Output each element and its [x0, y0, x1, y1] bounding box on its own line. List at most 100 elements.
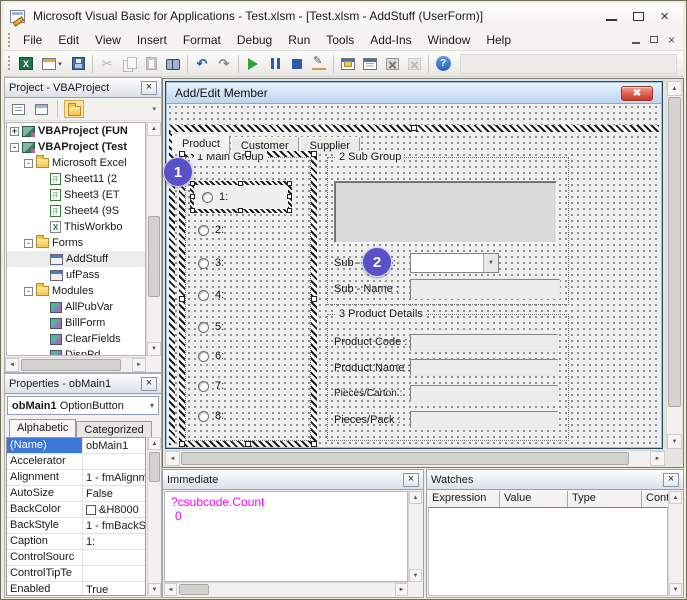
scroll-up-icon[interactable]: ▲	[409, 491, 422, 504]
selection-handle[interactable]	[190, 194, 195, 199]
tree-item-ufpass[interactable]: ufPass	[7, 267, 145, 283]
property-row-autosize[interactable]: AutoSize False	[7, 486, 145, 502]
property-row-caption[interactable]: Caption 1:	[7, 534, 145, 550]
scroll-right-icon[interactable]: ►	[650, 451, 665, 466]
multipage-selection-border[interactable]	[169, 125, 659, 132]
selection-handle[interactable]	[287, 181, 292, 186]
sub-code-combobox[interactable]: ▼	[410, 253, 499, 273]
combo-dropdown-icon[interactable]: ▼	[483, 254, 498, 272]
tree-item-vbaproject-func[interactable]: + VBAProject (FUN	[7, 123, 145, 139]
designer-vscrollbar[interactable]: ▲ ▼	[666, 81, 682, 449]
scroll-thumb[interactable]	[148, 216, 160, 298]
column-context[interactable]: Context	[642, 491, 668, 507]
watches-list-area[interactable]	[428, 508, 668, 596]
cut-icon[interactable]: ✂	[96, 54, 118, 74]
menu-run[interactable]: Run	[280, 30, 318, 50]
close-button[interactable]: ×	[660, 9, 669, 24]
option-button-3[interactable]: 3:	[198, 257, 224, 269]
userform-close-icon[interactable]: ✖	[621, 86, 653, 101]
chevron-down-icon[interactable]: ▾	[150, 401, 154, 410]
watches-close-icon[interactable]: ×	[663, 473, 679, 487]
tree-item-billform[interactable]: BillForm	[7, 315, 145, 331]
save-icon[interactable]	[67, 54, 89, 74]
immediate-vscrollbar[interactable]: ▲ ▼	[408, 491, 422, 582]
selection-handle[interactable]	[190, 208, 195, 213]
sub-name-label[interactable]: Sub - Name :	[334, 283, 399, 295]
property-row-name[interactable]: (Name) obMain1	[7, 438, 145, 454]
scroll-left-icon[interactable]: ◄	[164, 583, 177, 596]
tree-item-vbaproject-test[interactable]: - VBAProject (Test	[7, 139, 145, 155]
column-type[interactable]: Type	[568, 491, 642, 507]
option-button-4[interactable]: 4:	[198, 289, 224, 301]
view-code-icon[interactable]	[8, 100, 28, 118]
main-group-frame[interactable]: 1 Main Group 2: 3: 4: 5:	[185, 157, 311, 441]
view-excel-icon[interactable]: X	[15, 54, 37, 74]
tree-item-forms-folder[interactable]: - Forms	[7, 235, 145, 251]
tree-item-sheet4[interactable]: Sheet4 (9S	[7, 203, 145, 219]
view-object-icon[interactable]	[31, 100, 51, 118]
scroll-down-icon[interactable]: ▼	[147, 342, 161, 356]
selection-handle[interactable]	[287, 194, 292, 199]
tree-item-thisworkbook[interactable]: X ThisWorkbo	[7, 219, 145, 235]
redo-icon[interactable]: ↷	[213, 54, 235, 74]
selection-handle[interactable]	[311, 441, 317, 447]
selection-handle[interactable]	[179, 151, 185, 157]
tree-item-modules-folder[interactable]: - Modules	[7, 283, 145, 299]
undo-icon[interactable]: ↶	[191, 54, 213, 74]
product-name-textbox[interactable]	[410, 359, 558, 376]
option-button-7[interactable]: 7:	[198, 380, 224, 392]
tree-item-addstuff[interactable]: AddStuff	[7, 251, 145, 267]
selection-handle[interactable]	[190, 181, 195, 186]
scroll-down-icon[interactable]: ▼	[148, 583, 161, 596]
option-button-1-selection[interactable]: 1:	[190, 181, 292, 213]
column-expression[interactable]: Expression	[428, 491, 500, 507]
menu-debug[interactable]: Debug	[229, 30, 280, 50]
property-row-accelerator[interactable]: Accelerator	[7, 454, 145, 470]
scroll-up-icon[interactable]: ▲	[667, 81, 682, 96]
toolbox-icon[interactable]	[381, 54, 403, 74]
sub-name-textbox[interactable]	[410, 279, 560, 299]
break-icon[interactable]	[264, 54, 286, 74]
scroll-left-icon[interactable]: ◄	[165, 451, 180, 466]
option-button-2[interactable]: 2:	[198, 224, 224, 236]
expand-icon[interactable]: +	[10, 127, 19, 136]
scroll-down-icon[interactable]: ▼	[409, 569, 422, 582]
immediate-close-icon[interactable]: ×	[403, 473, 419, 487]
selection-handle[interactable]	[287, 208, 292, 213]
pieces-pack-textbox[interactable]	[410, 411, 558, 428]
reset-icon[interactable]	[286, 54, 308, 74]
run-icon[interactable]	[242, 54, 264, 74]
help-icon[interactable]: ?	[432, 54, 454, 74]
properties-window-icon[interactable]	[359, 54, 381, 74]
property-row-alignment[interactable]: Alignment 1 - fmAlignm	[7, 470, 145, 486]
title-bar[interactable]: Microsoft Visual Basic for Applications …	[4, 3, 683, 29]
scroll-down-icon[interactable]: ▼	[667, 434, 682, 449]
scroll-thumb[interactable]	[181, 452, 629, 465]
selection-handle[interactable]	[179, 441, 185, 447]
sub-group-frame[interactable]: 2 Sub Group Sub - Code : ▼ Sub - Name :	[327, 157, 569, 305]
option-button-8[interactable]: 8:	[198, 410, 224, 422]
selection-handle[interactable]	[238, 181, 243, 186]
scroll-thumb[interactable]	[149, 452, 160, 482]
immediate-caption[interactable]: Immediate ×	[163, 470, 423, 490]
pieces-carton-label[interactable]: Pieces/Carton :	[334, 388, 402, 399]
collapse-icon[interactable]: -	[10, 143, 19, 152]
toggle-folders-icon[interactable]	[64, 100, 84, 118]
immediate-input-area[interactable]: ?csubcode.Count 0	[164, 491, 408, 582]
find-icon[interactable]	[162, 54, 184, 74]
mdi-minimize-icon[interactable]	[632, 42, 640, 44]
selection-handle[interactable]	[311, 296, 317, 302]
maximize-button[interactable]	[633, 12, 644, 21]
mdi-close-icon[interactable]: ×	[668, 34, 675, 46]
project-close-icon[interactable]: ×	[141, 81, 157, 95]
tree-item-clearfields[interactable]: ClearFields	[7, 331, 145, 347]
sub-group-listbox[interactable]	[334, 181, 557, 243]
project-hscrollbar[interactable]: ◄ ►	[5, 357, 146, 372]
tree-item-sheet11[interactable]: Sheet11 (2	[7, 171, 145, 187]
menu-window[interactable]: Window	[420, 30, 479, 50]
option-button-1[interactable]: 1:	[194, 185, 288, 209]
object-selector-combo[interactable]: obMain1 OptionButton ▾	[7, 396, 159, 415]
minimize-button[interactable]	[606, 19, 617, 21]
scroll-up-icon[interactable]: ▲	[148, 437, 161, 450]
property-row-controltiptext[interactable]: ControlTipTe	[7, 566, 145, 582]
